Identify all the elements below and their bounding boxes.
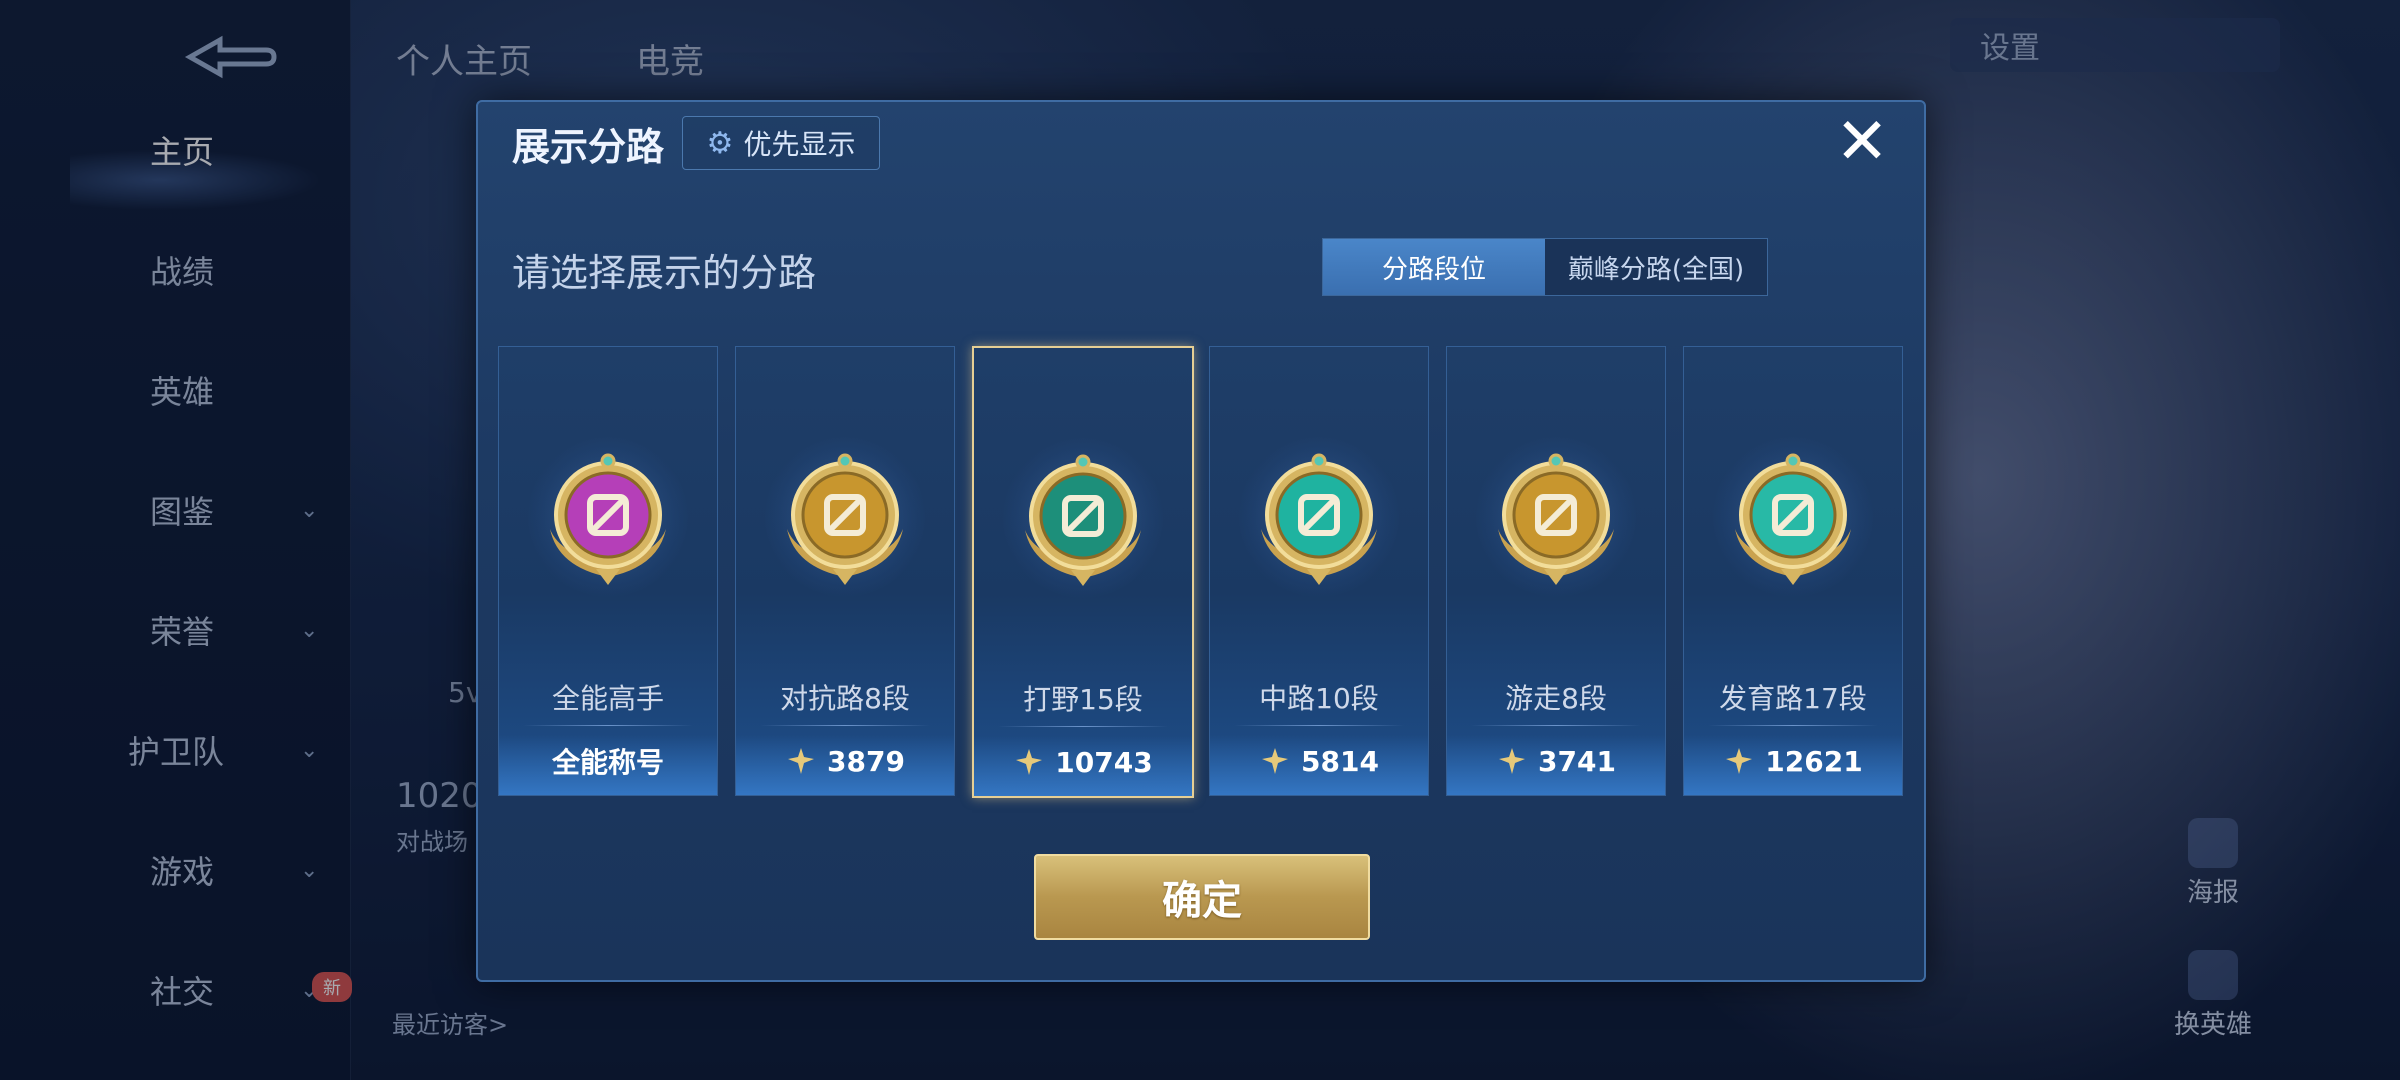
- close-icon[interactable]: ✕: [1832, 110, 1892, 174]
- lane-card[interactable]: 游走8段 3741: [1446, 346, 1666, 796]
- lane-display-dialog: 展示分路 ⚙ 优先显示 ✕ 请选择展示的分路 分路段位 巅峰分路(全国) 全能高…: [476, 100, 1926, 982]
- card-divider: [760, 725, 930, 726]
- priority-display-button[interactable]: ⚙ 优先显示: [682, 116, 880, 170]
- lane-card[interactable]: 发育路17段 12621: [1683, 346, 1903, 796]
- lane-rank-name: 中路10段: [1259, 682, 1379, 715]
- lane-rank-name: 游走8段: [1505, 682, 1607, 715]
- lane-card[interactable]: 打野15段 10743: [972, 346, 1194, 798]
- lane-score: 3741: [1447, 741, 1665, 781]
- lane-rank-name: 打野15段: [1023, 683, 1143, 716]
- clash-lane-badge-icon: [765, 437, 925, 597]
- tab-lane-rank[interactable]: 分路段位: [1323, 239, 1545, 295]
- all-round-badge-icon: [528, 437, 688, 597]
- lane-score-value: 3879: [827, 744, 905, 778]
- lane-score-value: 3741: [1538, 744, 1616, 778]
- dialog-title: 展示分路: [512, 125, 665, 169]
- card-divider: [998, 726, 1168, 727]
- farm-lane-badge-icon: [1713, 437, 1873, 597]
- confirm-button[interactable]: 确定: [1034, 854, 1370, 940]
- peak-points-icon: [1016, 749, 1043, 775]
- lane-score: 5814: [1210, 741, 1428, 781]
- gear-icon: ⚙: [706, 125, 734, 161]
- card-divider: [1708, 725, 1878, 726]
- lane-score: 12621: [1684, 741, 1902, 781]
- lane-rank-name: 全能高手: [551, 682, 664, 715]
- lane-rank-name: 发育路17段: [1719, 682, 1867, 715]
- peak-points-icon: [1262, 748, 1289, 774]
- lane-card[interactable]: 中路10段 5814: [1209, 346, 1429, 796]
- lane-rank-name: 对抗路8段: [780, 682, 910, 715]
- card-divider: [1471, 725, 1641, 726]
- dialog-subtitle: 请选择展示的分路: [512, 251, 817, 295]
- lane-score: 全能称号: [499, 741, 717, 781]
- lane-score-value: 10743: [1055, 745, 1153, 779]
- peak-points-icon: [1499, 748, 1526, 774]
- lane-score-value: 全能称号: [551, 746, 664, 779]
- lane-card[interactable]: 全能高手 全能称号: [498, 346, 718, 796]
- peak-points-icon: [788, 748, 815, 774]
- lane-score: 3879: [736, 741, 954, 781]
- tab-peak-lane[interactable]: 巅峰分路(全国): [1545, 239, 1767, 295]
- dialog-header: 展示分路 ⚙ 优先显示 ✕: [478, 102, 1924, 180]
- roam-badge-icon: [1476, 437, 1636, 597]
- jungle-badge-icon: [1003, 438, 1163, 598]
- peak-points-icon: [1726, 748, 1753, 774]
- card-divider: [523, 725, 693, 726]
- display-mode-toggle: 分路段位 巅峰分路(全国): [1322, 238, 1768, 296]
- lane-score-value: 12621: [1765, 744, 1863, 778]
- lane-card[interactable]: 对抗路8段 3879: [735, 346, 955, 796]
- mid-lane-badge-icon: [1239, 437, 1399, 597]
- lane-card-list: 全能高手 全能称号 对抗路8段 3879 打野15段 10743 中路10段 5814 游走8段…: [498, 346, 1904, 798]
- priority-display-label: 优先显示: [743, 128, 856, 161]
- lane-score: 10743: [974, 742, 1192, 782]
- card-divider: [1234, 725, 1404, 726]
- lane-score-value: 5814: [1301, 744, 1379, 778]
